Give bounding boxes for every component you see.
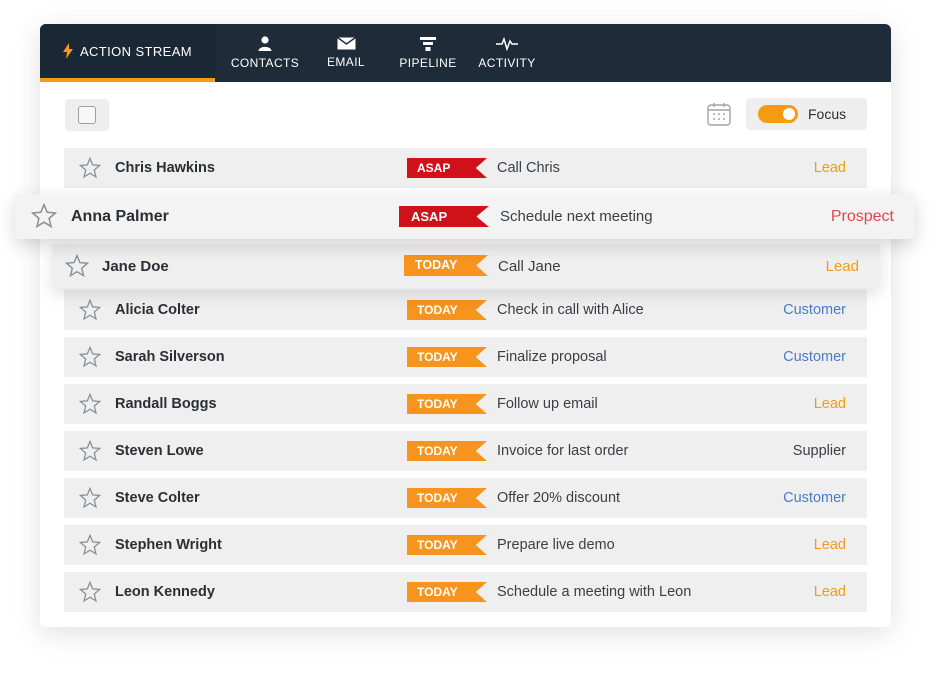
- priority-badge: TODAY: [407, 347, 487, 367]
- contact-type: Lead: [813, 537, 846, 553]
- contact-name[interactable]: Randall Boggs: [115, 396, 217, 412]
- contact-type: Customer: [783, 302, 846, 318]
- tab-label: ACTIVITY: [478, 55, 536, 70]
- task-text[interactable]: Offer 20% discount: [497, 490, 620, 506]
- priority-badge: ASAP: [399, 206, 489, 227]
- task-text[interactable]: Check in call with Alice: [497, 302, 644, 318]
- contact-type: Lead: [813, 160, 846, 176]
- contact-type: Lead: [813, 584, 846, 600]
- contact-name[interactable]: Steve Colter: [115, 490, 200, 506]
- star-icon[interactable]: [78, 439, 102, 467]
- toggle-switch[interactable]: [758, 105, 798, 123]
- star-icon[interactable]: [78, 298, 102, 326]
- tab-label: PIPELINE: [399, 55, 457, 70]
- task-text[interactable]: Invoice for last order: [497, 443, 628, 459]
- tab-activity[interactable]: ACTIVITY: [472, 24, 542, 82]
- checkbox-box: [78, 106, 96, 124]
- task-text[interactable]: Call Chris: [497, 160, 560, 176]
- star-icon[interactable]: [78, 580, 102, 608]
- priority-badge: TODAY: [407, 441, 487, 461]
- task-text[interactable]: Follow up email: [497, 396, 598, 412]
- star-icon[interactable]: [64, 253, 90, 283]
- priority-badge: TODAY: [407, 582, 487, 602]
- priority-badge: TODAY: [407, 488, 487, 508]
- tab-label: EMAIL: [326, 55, 365, 69]
- focus-label: Focus: [808, 106, 847, 122]
- contact-type: Supplier: [792, 443, 846, 459]
- tab-email[interactable]: EMAIL: [315, 24, 377, 82]
- lightning-icon: [62, 43, 73, 59]
- star-icon[interactable]: [78, 533, 102, 561]
- list-item[interactable]: Alicia Colter TODAY Check in call with Ali…: [64, 290, 867, 330]
- contact-name[interactable]: Jane Doe: [102, 258, 169, 275]
- envelope-icon: [336, 37, 356, 50]
- list-item[interactable]: Leon Kennedy TODAY Schedule a meeting with…: [64, 572, 867, 612]
- priority-badge: TODAY: [407, 300, 487, 320]
- contact-type: Customer: [783, 349, 846, 365]
- list-item[interactable]: Sarah Silverson TODAY Finalize proposal Cus…: [64, 337, 867, 377]
- contact-name[interactable]: Stephen Wright: [115, 537, 222, 553]
- star-icon[interactable]: [78, 392, 102, 420]
- priority-badge: TODAY: [407, 394, 487, 414]
- contact-name[interactable]: Alicia Colter: [115, 302, 200, 318]
- tab-action-stream[interactable]: ACTION STREAM: [40, 24, 215, 82]
- priority-badge: ASAP: [407, 158, 487, 178]
- list-item[interactable]: Jane Doe TODAY Call Jane Lead: [52, 244, 880, 288]
- list-item[interactable]: Anna Palmer ASAP Schedule next meeting Pros…: [15, 194, 915, 239]
- star-icon[interactable]: [78, 345, 102, 373]
- focus-toggle[interactable]: Focus: [746, 98, 867, 130]
- task-text[interactable]: Prepare live demo: [497, 537, 615, 553]
- contact-type: Lead: [813, 396, 846, 412]
- contact-name[interactable]: Sarah Silverson: [115, 349, 225, 365]
- task-text[interactable]: Schedule next meeting: [500, 208, 653, 225]
- task-text[interactable]: Finalize proposal: [497, 349, 607, 365]
- contact-name[interactable]: Chris Hawkins: [115, 160, 215, 176]
- select-all-checkbox[interactable]: [65, 99, 109, 131]
- pulse-icon: [496, 36, 518, 51]
- contact-name[interactable]: Steven Lowe: [115, 443, 204, 459]
- list-item[interactable]: Stephen Wright TODAY Prepare live demo Lead: [64, 525, 867, 565]
- tab-label: ACTION STREAM: [79, 43, 193, 59]
- tab-pipeline[interactable]: PIPELINE: [392, 24, 464, 82]
- priority-badge: TODAY: [404, 255, 488, 276]
- list-item[interactable]: Steve Colter TODAY Offer 20% discount Custo…: [64, 478, 867, 518]
- tab-contacts[interactable]: CONTACTS: [222, 24, 308, 82]
- list-item[interactable]: Steven Lowe TODAY Invoice for last order Su…: [64, 431, 867, 471]
- top-nav: ACTION STREAM CONTACTS EMAIL PIPELINE AC…: [40, 24, 891, 82]
- calendar-icon[interactable]: [707, 102, 731, 131]
- tab-label: CONTACTS: [230, 56, 300, 70]
- toggle-knob: [783, 108, 795, 120]
- list-item[interactable]: Chris Hawkins ASAP Call Chris Lead: [64, 148, 867, 188]
- star-icon[interactable]: [78, 156, 102, 184]
- star-icon[interactable]: [78, 486, 102, 514]
- contact-name[interactable]: Leon Kennedy: [115, 584, 215, 600]
- person-icon: [258, 36, 272, 51]
- list-item[interactable]: Randall Boggs TODAY Follow up email Lead: [64, 384, 867, 424]
- contact-type: Prospect: [830, 208, 894, 225]
- priority-badge: TODAY: [407, 535, 487, 555]
- funnel-icon: [420, 36, 436, 51]
- task-text[interactable]: Schedule a meeting with Leon: [497, 584, 691, 600]
- contact-name[interactable]: Anna Palmer: [71, 208, 169, 226]
- task-text[interactable]: Call Jane: [498, 258, 561, 275]
- contact-type: Lead: [825, 258, 859, 275]
- contact-type: Customer: [783, 490, 846, 506]
- star-icon[interactable]: [30, 202, 58, 234]
